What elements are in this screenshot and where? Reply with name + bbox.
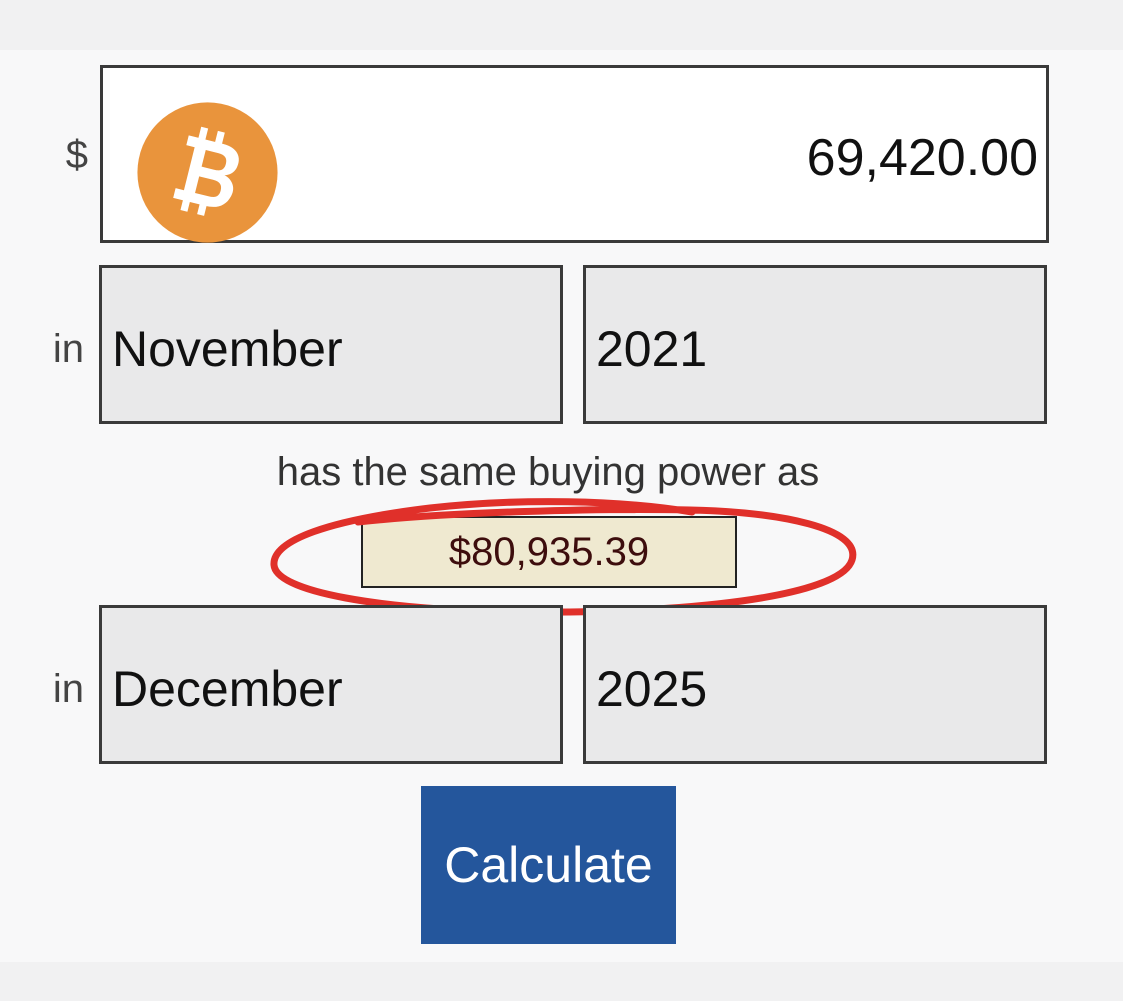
bitcoin-icon: [137, 102, 278, 243]
result-value: $80,935.39: [361, 516, 737, 588]
currency-symbol-label: $: [65, 133, 88, 177]
to-year-select[interactable]: 2025: [583, 605, 1047, 764]
to-prefix-label: in: [52, 667, 84, 711]
amount-input[interactable]: 69,420.00: [100, 65, 1049, 243]
from-prefix-label: in: [52, 327, 84, 371]
from-year-select[interactable]: 2021: [583, 265, 1047, 424]
to-year-value: 2025: [596, 661, 708, 717]
to-month-value: December: [112, 661, 343, 717]
calculate-button[interactable]: Calculate: [421, 786, 676, 944]
amount-value: 69,420.00: [806, 129, 1038, 187]
buying-power-caption: has the same buying power as: [276, 450, 820, 494]
from-month-select[interactable]: November: [99, 265, 563, 424]
from-month-value: November: [112, 321, 343, 377]
from-year-value: 2021: [596, 321, 708, 377]
to-month-select[interactable]: December: [99, 605, 563, 764]
